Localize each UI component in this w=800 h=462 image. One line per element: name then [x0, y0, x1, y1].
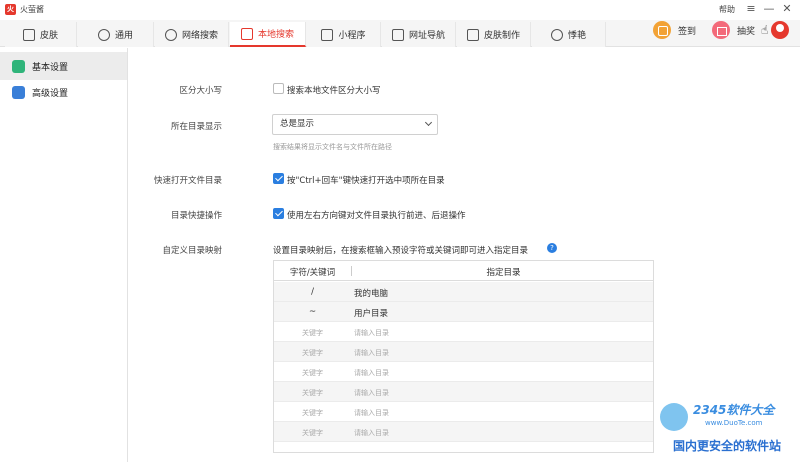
row-key-input[interactable]: 关键字 — [274, 368, 351, 378]
tab-extra[interactable]: 悸艳 — [532, 22, 606, 47]
avatar[interactable] — [771, 21, 789, 39]
tab-local-search[interactable]: 本地搜索 — [230, 22, 306, 47]
sidebar-item-label: 高级设置 — [32, 88, 69, 99]
app-title: 火萤酱 — [20, 5, 44, 14]
row-key: ~ — [308, 307, 317, 317]
gift-icon — [712, 21, 730, 39]
dirshortcut-label: 目录快捷操作 — [170, 211, 222, 221]
minimize-icon[interactable]: — — [762, 1, 776, 17]
menu-icon[interactable]: ≡ — [744, 1, 758, 17]
checkin-button[interactable]: 签到 — [653, 21, 696, 39]
quickopen-label: 快速打开文件目录 — [153, 176, 222, 186]
close-icon[interactable]: ✕ — [780, 1, 794, 17]
help-icon[interactable]: ? — [547, 243, 557, 253]
tab-mini-program[interactable]: 小程序 — [307, 22, 381, 47]
row-dir-input[interactable]: 请输入目录 — [354, 328, 389, 338]
dir-display-select[interactable]: 总是显示 — [272, 114, 438, 135]
tab-label: 本地搜索 — [257, 30, 294, 40]
row-key-input[interactable]: 关键字 — [274, 328, 351, 338]
lottery-label: 抽奖 — [737, 26, 756, 37]
table-row[interactable]: 关键字 请输入目录 — [274, 422, 653, 442]
case-label: 区分大小写 — [179, 86, 222, 96]
sidebar-item-basic[interactable]: 基本设置 — [0, 52, 127, 80]
dirshortcut-option-text: 使用左右方向键对文件目录执行前进、后退操作 — [287, 211, 466, 221]
column-header-key: 字符/关键词 — [289, 268, 336, 278]
table-row[interactable]: 关键字 请输入目录 — [274, 382, 653, 402]
mapping-description: 设置目录映射后，在搜索框输入预设字符或关键词即可进入指定目录 — [273, 246, 529, 256]
row-dir-input[interactable]: 请输入目录 — [354, 428, 389, 438]
tab-label: 皮肤制作 — [483, 31, 520, 41]
hand-cursor-icon: ☝ — [761, 23, 769, 37]
tab-label: 网址导航 — [408, 31, 445, 41]
row-key-input[interactable]: 关键字 — [274, 428, 351, 438]
mapping-table: 字符/关键词 指定目录 / 我的电脑 ~ 用户目录 关键字 请输入目录 关键字 … — [273, 260, 654, 453]
tab-skin[interactable]: 皮肤 — [5, 22, 77, 47]
table-row[interactable]: 关键字 请输入目录 — [274, 362, 653, 382]
tab-label: 悸艳 — [567, 31, 586, 41]
advanced-settings-icon — [12, 85, 25, 99]
app-icon — [321, 28, 334, 41]
monitor-icon — [240, 27, 253, 40]
shirt-icon — [22, 28, 35, 41]
row-key-input[interactable]: 关键字 — [274, 348, 351, 358]
sidebar: 基本设置 高级设置 — [0, 48, 128, 462]
row-dir-input[interactable]: 请输入目录 — [354, 368, 389, 378]
tools-icon — [466, 28, 479, 41]
title-bar: 火 火萤酱 帮助 ≡ — ✕ — [0, 0, 800, 20]
select-value: 总是显示 — [280, 119, 315, 129]
gear-icon — [12, 59, 25, 73]
tab-skin-make[interactable]: 皮肤制作 — [457, 22, 531, 47]
row-key: / — [311, 287, 314, 297]
row-dir-input[interactable]: 请输入目录 — [354, 408, 389, 418]
column-divider — [351, 266, 352, 276]
table-row[interactable]: / 我的电脑 — [274, 282, 653, 302]
table-row[interactable]: 关键字 请输入目录 — [274, 402, 653, 422]
watermark-slogan: 国内更安全的软件站 — [673, 439, 782, 453]
app-logo-icon: 火 — [5, 4, 16, 15]
tab-label: 通用 — [114, 31, 133, 41]
row-dir: 我的电脑 — [354, 289, 389, 299]
sidebar-item-label: 基本设置 — [32, 62, 69, 73]
grid-icon — [391, 28, 404, 41]
chevron-down-icon — [424, 118, 433, 127]
tab-label: 皮肤 — [39, 31, 58, 41]
dir-display-label: 所在目录显示 — [170, 122, 222, 132]
tab-general[interactable]: 通用 — [78, 22, 154, 47]
globe-icon — [164, 28, 177, 41]
table-row[interactable]: ~ 用户目录 — [274, 302, 653, 322]
table-header: 字符/关键词 指定目录 — [274, 261, 653, 281]
row-dir-input[interactable]: 请输入目录 — [354, 388, 389, 398]
column-header-dir: 指定目录 — [486, 268, 521, 278]
case-checkbox[interactable] — [273, 83, 284, 94]
lottery-button[interactable]: 抽奖 — [712, 21, 755, 39]
target-icon — [550, 28, 563, 41]
tab-label: 小程序 — [338, 31, 366, 41]
row-key-input[interactable]: 关键字 — [274, 408, 351, 418]
tab-label: 网络搜索 — [181, 31, 218, 41]
dirshortcut-checkbox[interactable] — [273, 208, 284, 219]
row-dir: 用户目录 — [354, 309, 389, 319]
mapping-label: 自定义目录映射 — [162, 246, 222, 256]
watermark-url: www.DuoTe.com — [705, 419, 763, 427]
dir-display-hint: 搜索结果将显示文件名与文件所在路径 — [273, 143, 392, 151]
checkin-label: 签到 — [678, 26, 697, 37]
calendar-icon — [653, 21, 671, 39]
table-row[interactable]: 关键字 请输入目录 — [274, 342, 653, 362]
watermark-brand: 2345软件大全 — [693, 403, 775, 417]
row-key-input[interactable]: 关键字 — [274, 388, 351, 398]
sidebar-item-advanced[interactable]: 高级设置 — [0, 78, 127, 106]
row-dir-input[interactable]: 请输入目录 — [354, 348, 389, 358]
table-row[interactable]: 关键字 请输入目录 — [274, 322, 653, 342]
case-option-text: 搜索本地文件区分大小写 — [287, 86, 381, 96]
quickopen-option-text: 按"Ctrl+回车"键快速打开选中项所在目录 — [287, 176, 445, 186]
help-link[interactable]: 帮助 — [719, 4, 735, 15]
quickopen-checkbox[interactable] — [273, 173, 284, 184]
gear-circle-icon — [97, 28, 110, 41]
tab-web-search[interactable]: 网络搜索 — [155, 22, 229, 47]
watermark: 2345软件大全 www.DuoTe.com 国内更安全的软件站 — [655, 393, 800, 462]
mascot-icon — [660, 403, 688, 431]
tab-url-nav[interactable]: 网址导航 — [382, 22, 456, 47]
